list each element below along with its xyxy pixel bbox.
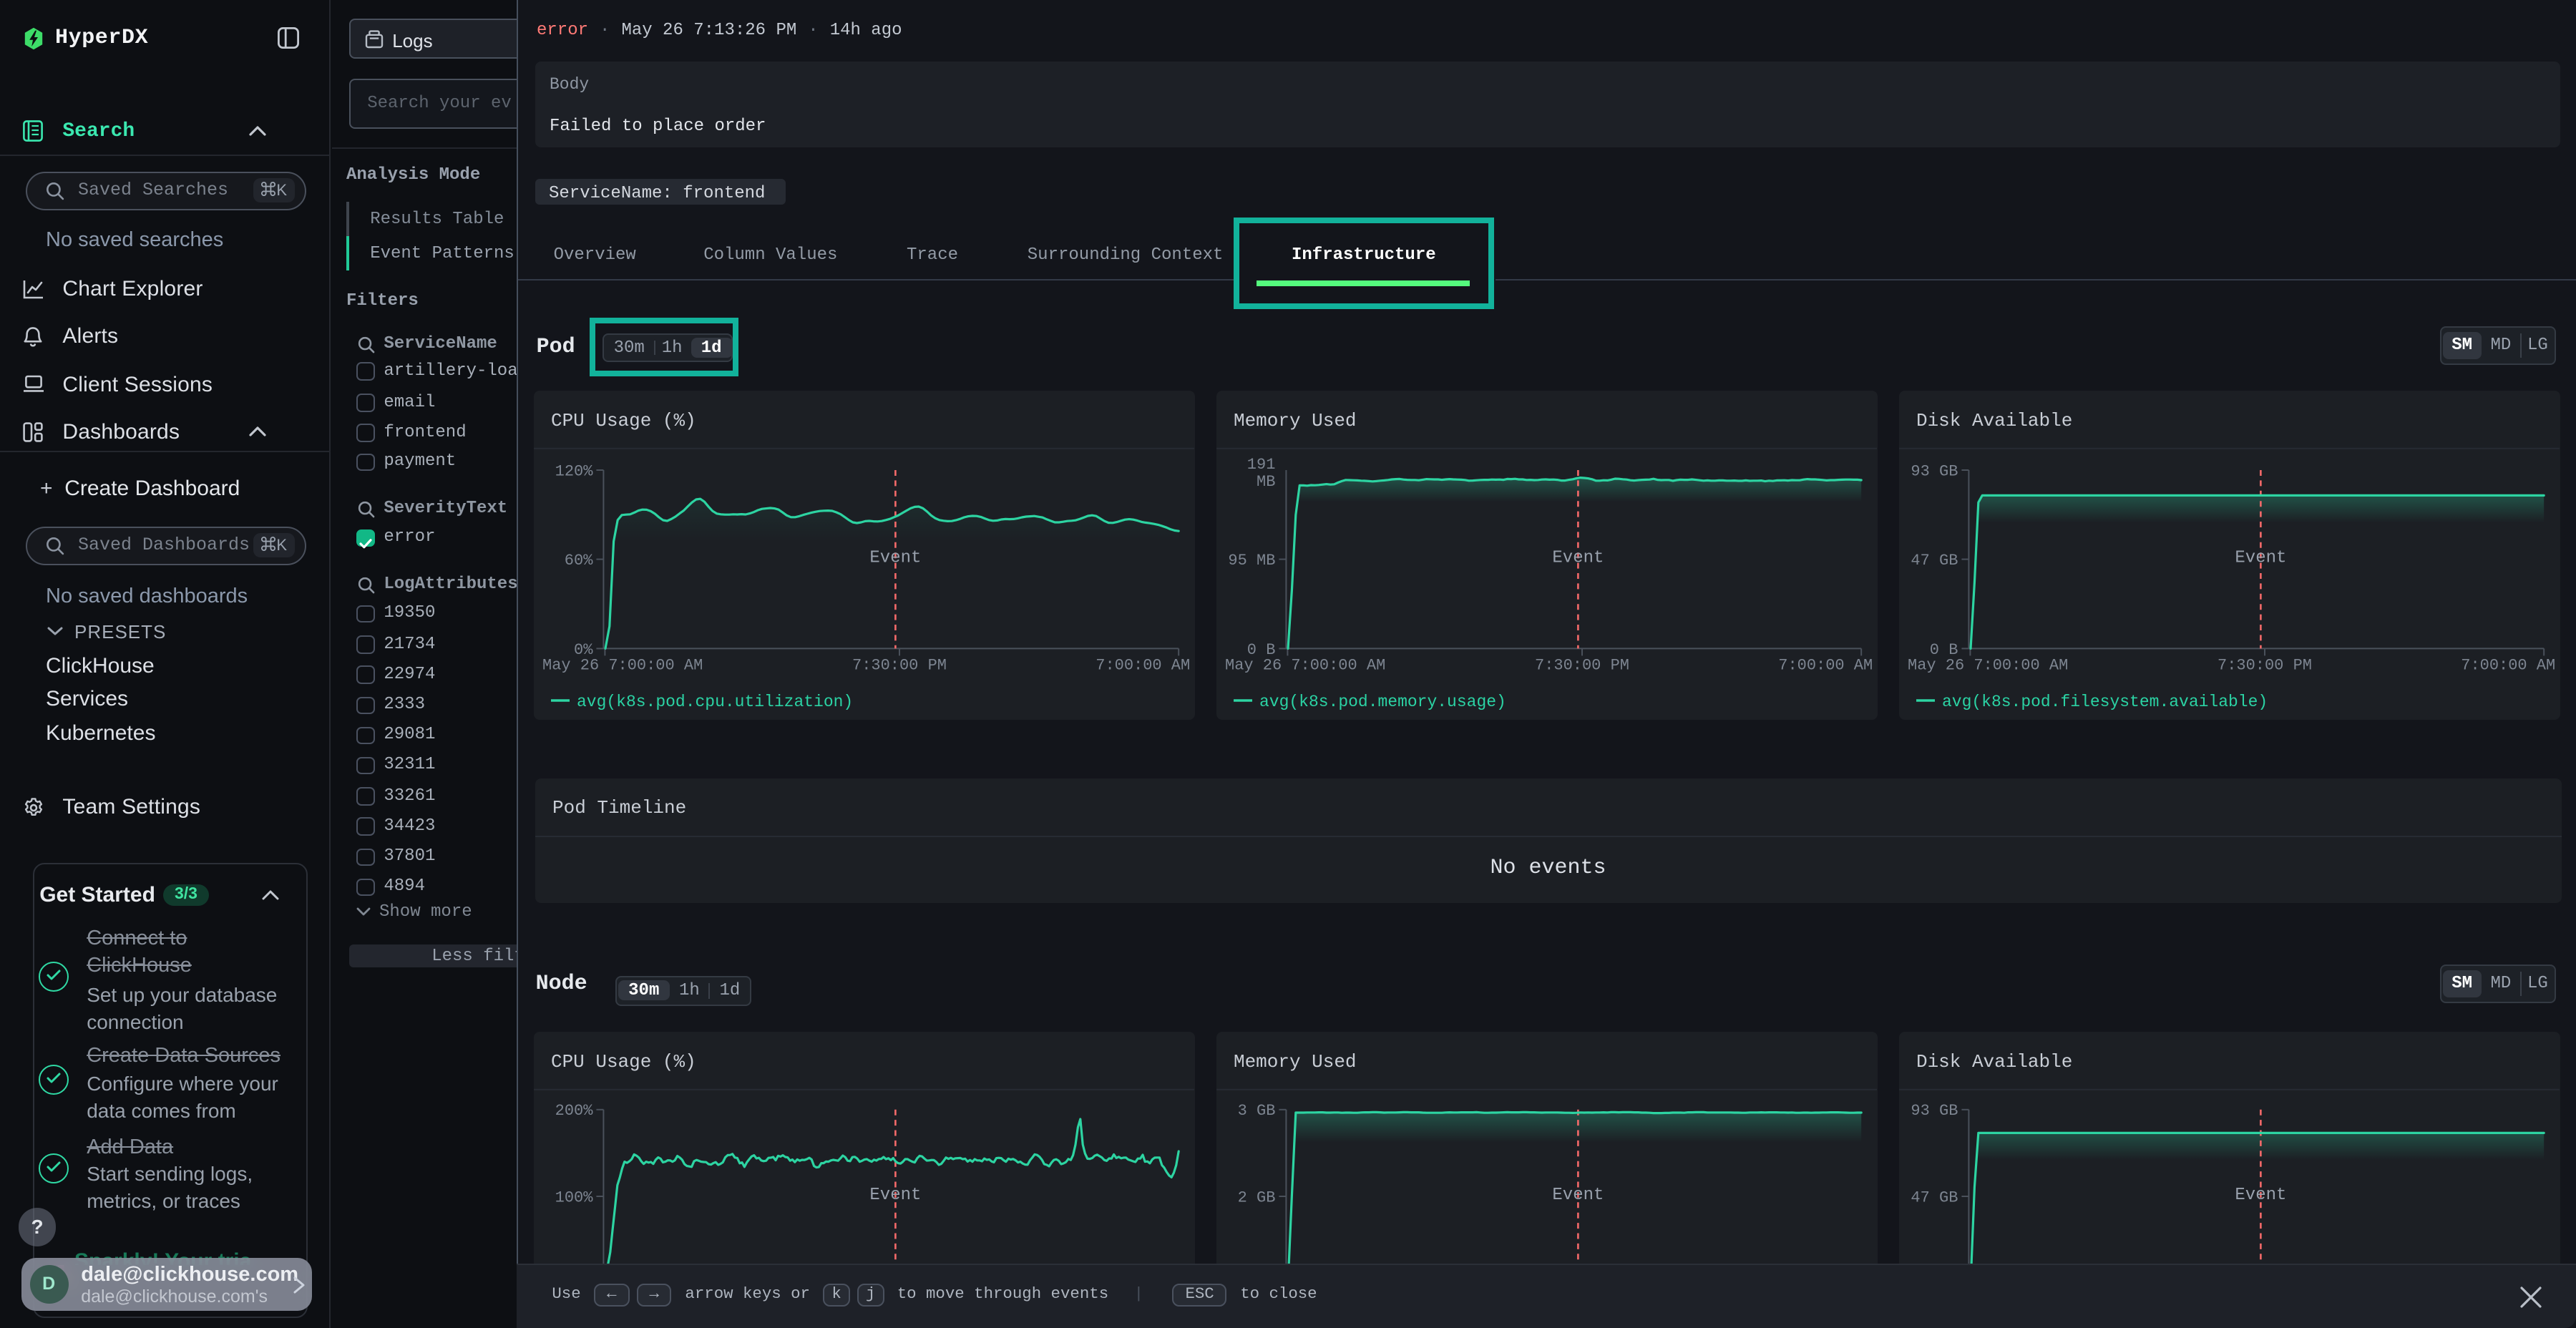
svg-text:Event: Event: [2235, 1186, 2286, 1205]
svg-text:191: 191: [1247, 456, 1276, 474]
svg-text:Event: Event: [1552, 1186, 1604, 1205]
svg-text:7:30:00 PM: 7:30:00 PM: [2218, 656, 2312, 674]
svg-text:7:30:00 PM: 7:30:00 PM: [852, 656, 947, 674]
svg-text:7:00:00 AM: 7:00:00 AM: [2461, 656, 2555, 674]
svg-text:Event: Event: [1552, 548, 1604, 567]
svg-text:Memory Used: Memory Used: [1234, 410, 1357, 431]
svg-text:95 MB: 95 MB: [1228, 552, 1275, 570]
svg-text:avg(k8s.pod.cpu.utilization): avg(k8s.pod.cpu.utilization): [577, 693, 853, 711]
svg-text:Event: Event: [2235, 548, 2286, 567]
svg-text:CPU Usage (%): CPU Usage (%): [551, 1051, 696, 1073]
svg-text:Event: Event: [869, 548, 921, 567]
svg-text:May 26 7:00:00 AM: May 26 7:00:00 AM: [1225, 656, 1385, 674]
svg-text:93 GB: 93 GB: [1911, 1102, 1958, 1120]
svg-text:avg(k8s.pod.memory.usage): avg(k8s.pod.memory.usage): [1259, 693, 1506, 711]
svg-text:47 GB: 47 GB: [1911, 1188, 1958, 1206]
svg-text:avg(k8s.pod.filesystem.availab: avg(k8s.pod.filesystem.available): [1942, 693, 2268, 711]
svg-text:CPU Usage (%): CPU Usage (%): [551, 410, 696, 431]
svg-text:200%: 200%: [555, 1102, 594, 1120]
svg-text:MB: MB: [1257, 473, 1275, 491]
svg-text:120%: 120%: [555, 462, 594, 480]
svg-text:7:00:00 AM: 7:00:00 AM: [1778, 656, 1873, 674]
svg-text:7:00:00 AM: 7:00:00 AM: [1096, 656, 1190, 674]
svg-text:93 GB: 93 GB: [1911, 462, 1958, 480]
svg-text:100%: 100%: [555, 1188, 594, 1206]
svg-text:3 GB: 3 GB: [1238, 1102, 1276, 1120]
svg-text:47 GB: 47 GB: [1911, 552, 1958, 570]
svg-text:May 26 7:00:00 AM: May 26 7:00:00 AM: [542, 656, 703, 674]
svg-text:Disk Available: Disk Available: [1916, 1051, 2072, 1073]
svg-text:7:30:00 PM: 7:30:00 PM: [1535, 656, 1629, 674]
svg-text:Disk Available: Disk Available: [1916, 410, 2072, 431]
svg-text:2 GB: 2 GB: [1238, 1188, 1276, 1206]
svg-text:60%: 60%: [565, 552, 593, 570]
svg-text:Event: Event: [869, 1186, 921, 1205]
svg-text:Memory Used: Memory Used: [1234, 1051, 1357, 1073]
svg-text:May 26 7:00:00 AM: May 26 7:00:00 AM: [1908, 656, 2068, 674]
